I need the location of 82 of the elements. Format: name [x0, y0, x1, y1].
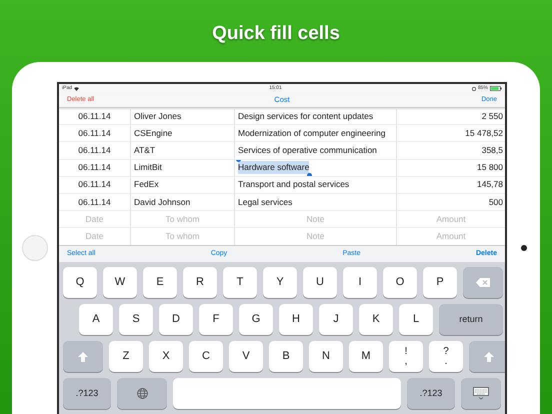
key[interactable]: E: [143, 267, 177, 298]
note-text: Design services for content updates: [238, 110, 374, 122]
hide-keyboard-key[interactable]: [461, 378, 501, 409]
key[interactable]: I: [343, 267, 377, 298]
amount-cell[interactable]: 358,5: [397, 142, 505, 159]
key[interactable]: J: [319, 304, 353, 335]
shift-key[interactable]: [63, 341, 103, 372]
wifi-icon: [74, 86, 80, 90]
key[interactable]: N: [309, 341, 343, 372]
key-label: !: [404, 346, 408, 356]
note-cell[interactable]: Transport and postal services: [235, 176, 397, 193]
note-text: Modernization of computer engineering: [238, 126, 386, 140]
date-cell[interactable]: 06.11.14: [59, 108, 131, 124]
recipient-cell[interactable]: Oliver Jones: [131, 108, 235, 124]
key-label: .: [444, 356, 448, 366]
key[interactable]: ? .: [429, 341, 463, 372]
key[interactable]: Y: [263, 267, 297, 298]
key[interactable]: O: [383, 267, 417, 298]
shift-icon: [78, 352, 88, 362]
globe-icon: [136, 388, 148, 399]
key[interactable]: K: [359, 304, 393, 335]
key-label: ,: [404, 356, 408, 366]
date-cell[interactable]: 06.11.14: [59, 176, 131, 193]
note-text: Transport and postal services: [238, 178, 350, 192]
key[interactable]: X: [149, 341, 183, 372]
key[interactable]: Z: [109, 341, 143, 372]
amount-cell[interactable]: 145,78: [397, 176, 505, 193]
key[interactable]: F: [199, 304, 233, 335]
key[interactable]: R: [183, 267, 217, 298]
amount-cell[interactable]: 500: [397, 194, 505, 210]
key[interactable]: D: [159, 304, 193, 335]
headline: Quick fill cells: [212, 22, 340, 46]
shift-icon: [484, 352, 494, 362]
key[interactable]: G: [239, 304, 273, 335]
date-cell[interactable]: 06.11.14: [59, 125, 131, 142]
recipient-cell[interactable]: David Johnson: [131, 194, 235, 210]
key[interactable]: U: [303, 267, 337, 298]
note-cell[interactable]: Hardware software: [235, 160, 397, 176]
recipient-cell[interactable]: LimitBit: [131, 160, 235, 176]
note-cell[interactable]: Modernization of computer engineering: [235, 125, 397, 142]
key[interactable]: S: [119, 304, 153, 335]
key[interactable]: A: [79, 304, 113, 335]
return-key[interactable]: return: [439, 304, 503, 335]
backspace-key[interactable]: [463, 267, 503, 298]
home-button-icon[interactable]: [22, 235, 48, 261]
key[interactable]: H: [279, 304, 313, 335]
key[interactable]: C: [189, 341, 223, 372]
key[interactable]: V: [229, 341, 263, 372]
amount-cell[interactable]: 15 800: [397, 160, 505, 176]
location-icon: [472, 86, 476, 90]
key[interactable]: Q: [63, 267, 97, 298]
note-cell[interactable]: Design services for content updates: [235, 108, 397, 124]
key-label: ?: [443, 346, 449, 356]
key[interactable]: P: [423, 267, 457, 298]
numbers-key[interactable]: .?123: [63, 378, 111, 409]
key[interactable]: W: [103, 267, 137, 298]
shift-key[interactable]: [469, 341, 505, 372]
battery-icon: [490, 86, 502, 91]
date-cell[interactable]: 06.11.14: [59, 142, 131, 159]
key[interactable]: T: [223, 267, 257, 298]
globe-key[interactable]: [117, 378, 167, 409]
date-cell[interactable]: 06.11.14: [59, 160, 131, 176]
note-text: Services of operative communication: [238, 144, 377, 157]
note-cell[interactable]: Services of operative communication: [235, 142, 397, 159]
note-cell[interactable]: Legal services: [235, 194, 397, 210]
key[interactable]: B: [269, 341, 303, 372]
amount-cell[interactable]: 15 478,52: [397, 125, 505, 142]
recipient-cell[interactable]: FedEx: [131, 176, 235, 193]
key[interactable]: M: [349, 341, 383, 372]
space-key[interactable]: [173, 378, 401, 409]
date-cell[interactable]: 06.11.14: [59, 194, 131, 210]
camera-icon: [520, 245, 526, 251]
note-text: Hardware software: [238, 161, 310, 174]
recipient-cell[interactable]: CSEngine: [131, 125, 235, 142]
key[interactable]: L: [399, 304, 433, 335]
numbers-key[interactable]: .?123: [407, 378, 455, 409]
backspace-icon: [476, 278, 490, 287]
amount-cell[interactable]: 2 550: [397, 108, 505, 124]
note-text: Legal services: [238, 196, 292, 208]
key[interactable]: ! ,: [389, 341, 423, 372]
recipient-cell[interactable]: AT&T: [131, 142, 235, 159]
keyboard-icon: [473, 387, 489, 400]
